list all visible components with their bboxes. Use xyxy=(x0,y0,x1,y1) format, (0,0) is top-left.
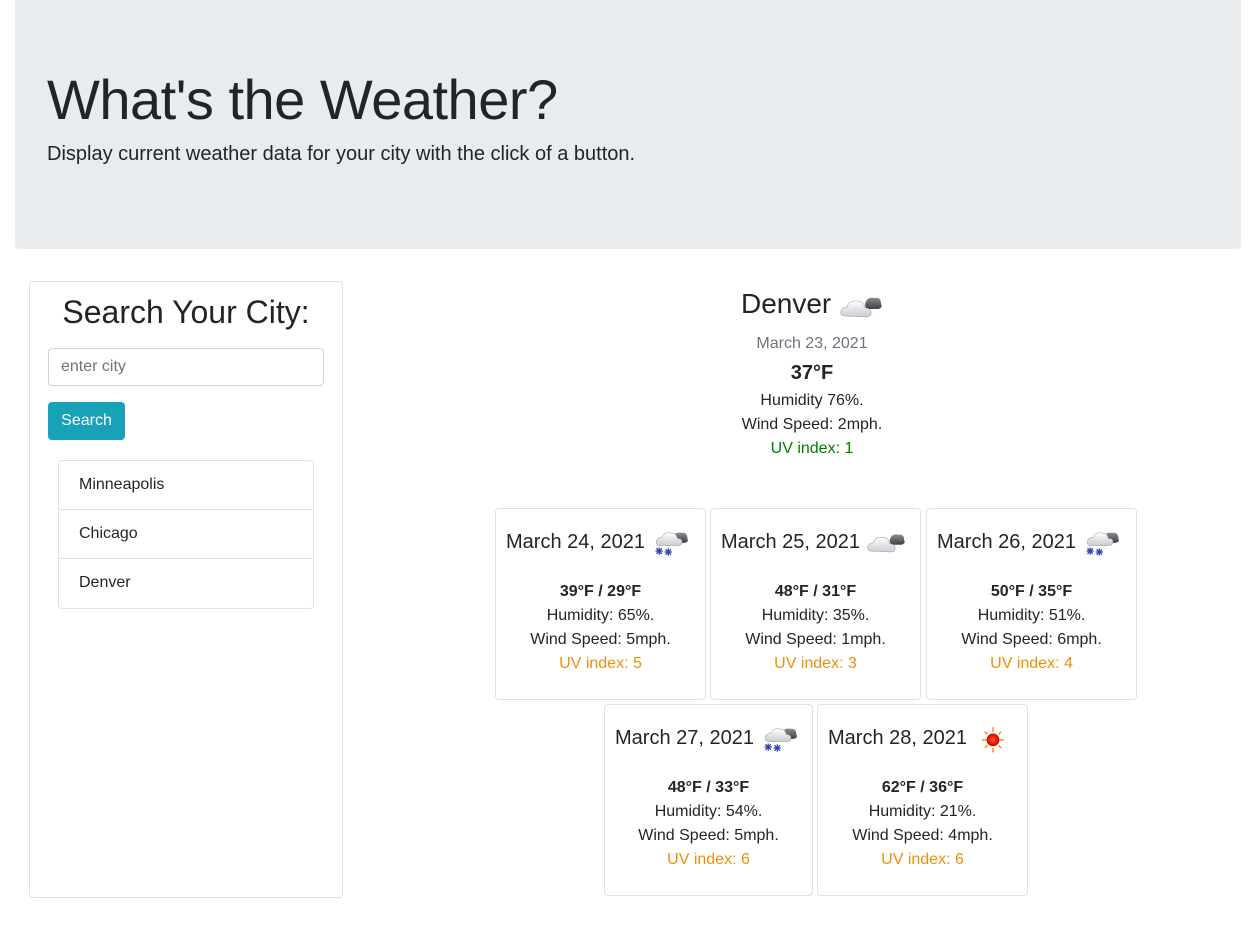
current-date: March 23, 2021 xyxy=(756,335,868,352)
forecast-temps: 48°F / 33°F xyxy=(667,779,750,796)
forecast-date: March 26, 2021 xyxy=(937,530,1076,553)
forecast-humidity: Humidity: 35%. xyxy=(761,607,870,624)
broken-clouds-icon xyxy=(840,296,882,317)
forecast-uv-index: UV index: 5 xyxy=(559,655,642,672)
current-city-name: Denver xyxy=(740,288,832,319)
city-search-input[interactable] xyxy=(48,348,324,386)
forecast-date: March 28, 2021 xyxy=(828,726,967,749)
forecast-wind: Wind Speed: 5mph. xyxy=(638,827,779,844)
forecast-temps: 39°F / 29°F xyxy=(559,583,642,600)
history-item-denver[interactable]: Denver xyxy=(59,559,313,608)
broken-clouds-icon xyxy=(867,534,905,553)
forecast-uv-index: UV index: 3 xyxy=(774,655,857,672)
forecast-humidity: Humidity: 65%. xyxy=(546,607,655,624)
forecast-wind: Wind Speed: 4mph. xyxy=(852,827,993,844)
forecast-temps: 50°F / 35°F xyxy=(990,583,1073,600)
forecast-wind: Wind Speed: 1mph. xyxy=(745,631,886,648)
snow-icon xyxy=(763,727,798,753)
forecast-card: March 25, 2021 48°F / 31°F Humidity: 35%… xyxy=(710,508,921,700)
history-item-chicago[interactable]: Chicago xyxy=(59,510,313,559)
forecast-wind: Wind Speed: 5mph. xyxy=(530,631,671,648)
current-humidity: Humidity 76%. xyxy=(760,392,864,409)
forecast-temps: 48°F / 31°F xyxy=(774,583,857,600)
forecast-card: March 27, 2021 48°F / 33°F Humidity: 54%… xyxy=(604,704,813,896)
forecast-uv-index: UV index: 4 xyxy=(990,655,1073,672)
search-history-list: Minneapolis Chicago Denver xyxy=(58,460,314,609)
page-subtitle: Display current weather data for your ci… xyxy=(47,143,636,165)
clear-sky-icon xyxy=(981,726,1005,753)
current-weather: Denver March 23, 2021 37°F Humidity 76%.… xyxy=(612,284,1012,461)
search-title: Search Your City: xyxy=(62,294,310,330)
snow-icon xyxy=(1085,531,1120,557)
forecast-card: March 24, 2021 39°F / 29°F Humidity: 65%… xyxy=(495,508,706,700)
current-city-heading: Denver xyxy=(612,284,1012,324)
forecast-card: March 26, 2021 50°F / 35°F Humidity: 51%… xyxy=(926,508,1137,700)
search-panel: Search Your City: Search Minneapolis Chi… xyxy=(29,281,343,898)
forecast-card: March 28, 2021 62°F / 36°F Humidity: 21%… xyxy=(817,704,1028,896)
forecast-date: March 24, 2021 xyxy=(506,530,645,553)
history-item-minneapolis[interactable]: Minneapolis xyxy=(59,461,313,510)
forecast-uv-index: UV index: 6 xyxy=(881,851,964,868)
snow-icon xyxy=(654,531,689,557)
forecast-wind: Wind Speed: 6mph. xyxy=(961,631,1102,648)
search-button[interactable]: Search xyxy=(48,402,125,440)
forecast-humidity: Humidity: 54%. xyxy=(654,803,763,820)
header-jumbotron: What's the Weather? Display current weat… xyxy=(15,0,1241,249)
current-temp: 37°F xyxy=(790,362,834,384)
forecast-uv-index: UV index: 6 xyxy=(667,851,750,868)
forecast-date: March 27, 2021 xyxy=(615,726,754,749)
page-title: What's the Weather? xyxy=(47,68,558,131)
forecast-date: March 25, 2021 xyxy=(721,530,860,553)
forecast-humidity: Humidity: 21%. xyxy=(868,803,977,820)
current-wind: Wind Speed: 2mph. xyxy=(741,416,883,433)
forecast-humidity: Humidity: 51%. xyxy=(977,607,1086,624)
forecast-temps: 62°F / 36°F xyxy=(881,779,964,796)
current-uv-index: UV index: 1 xyxy=(770,440,854,457)
